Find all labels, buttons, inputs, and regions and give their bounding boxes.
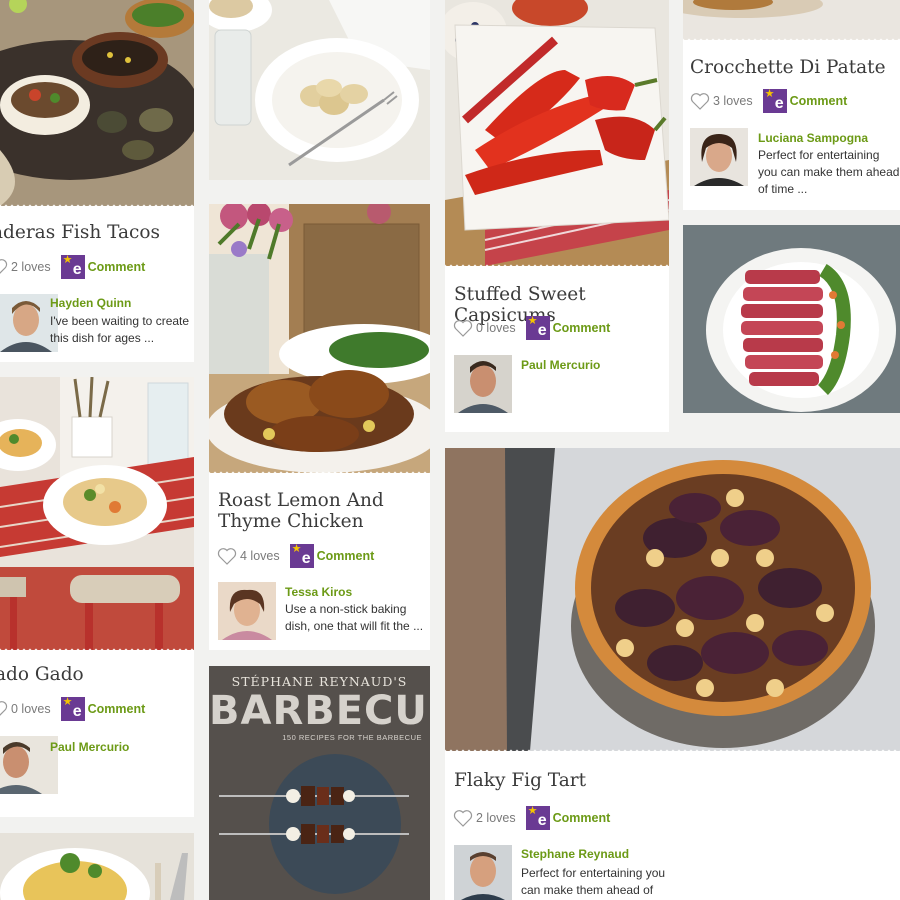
recipe-actions: 2 loves ★ e Comment — [453, 806, 610, 830]
comment-link[interactable]: Comment — [88, 702, 146, 716]
e-logo-icon[interactable]: ★ e — [525, 316, 550, 340]
avatar[interactable] — [690, 128, 748, 186]
recipe-card-fish-tacos[interactable]: aderas Fish Tacos 2 loves ★ e Comment Hay… — [0, 0, 194, 362]
recipe-photo-capsicums[interactable] — [445, 0, 669, 266]
avatar[interactable] — [454, 845, 512, 900]
recipe-photo-crocchette[interactable] — [683, 0, 900, 40]
recipe-card-roast-lemon[interactable]: Roast Lemon And Thyme Chicken 4 loves ★ e… — [209, 204, 430, 650]
e-logo-icon[interactable]: ★ e — [289, 544, 314, 568]
recipe-photo-gado-gado[interactable] — [0, 377, 194, 650]
author-name[interactable]: Stephane Reynaud — [521, 847, 629, 861]
comment-link[interactable]: Comment — [317, 549, 375, 563]
recipe-title[interactable]: Crocchette Di Patate — [690, 57, 900, 78]
recipe-card-gado-gado[interactable]: ado Gado 0 loves ★ e Comment Paul Mercuri… — [0, 377, 194, 817]
loves-count: 2 loves — [11, 260, 51, 274]
recipe-excerpt: Perfect for entertaining you can make th… — [521, 866, 666, 897]
recipe-photo-pasta[interactable] — [209, 0, 430, 180]
loves-count: 2 loves — [476, 811, 516, 825]
comment-link[interactable]: Comment — [553, 321, 611, 335]
author-name[interactable]: Paul Mercurio — [521, 358, 600, 372]
loves-count: 0 loves — [476, 321, 516, 335]
loves-count: 3 loves — [713, 94, 753, 108]
recipe-title[interactable]: aderas Fish Tacos — [0, 222, 192, 243]
recipe-photo-fig-tart[interactable] — [445, 448, 900, 751]
recipe-actions: 0 loves ★ e Comment — [0, 697, 145, 721]
recipe-card-barbecue-book[interactable]: STÉPHANE REYNAUD'S BARBECUE 150 RECIPES … — [209, 666, 430, 900]
recipe-excerpt: Use a non-stick baking dish, one that wi… — [285, 602, 424, 633]
recipe-photo-fish-tacos[interactable] — [0, 0, 194, 206]
e-logo-icon[interactable]: ★ e — [60, 255, 85, 279]
recipe-title[interactable]: Roast Lemon And Thyme Chicken — [218, 490, 428, 532]
recipe-photo-roast-lemon[interactable] — [209, 204, 430, 473]
recipe-card-crocchette[interactable]: Crocchette Di Patate 3 loves ★ e Comment … — [683, 0, 900, 210]
comment-link[interactable]: Comment — [88, 260, 146, 274]
loves-count: 4 loves — [240, 549, 280, 563]
author-name[interactable]: Paul Mercurio — [50, 740, 129, 754]
heart-icon[interactable] — [0, 258, 8, 276]
heart-icon[interactable] — [453, 319, 473, 337]
recipe-card-capsicums[interactable]: Stuffed Sweet Capsicums 0 loves ★ e Comme… — [445, 0, 669, 432]
recipe-card-tuna[interactable] — [683, 225, 900, 413]
e-logo-icon[interactable]: ★ e — [60, 697, 85, 721]
heart-icon[interactable] — [690, 92, 710, 110]
heart-icon[interactable] — [453, 809, 473, 827]
heart-icon[interactable] — [217, 547, 237, 565]
heart-icon[interactable] — [0, 700, 8, 718]
e-logo-icon[interactable]: ★ e — [525, 806, 550, 830]
author-name[interactable]: Luciana Sampogna — [758, 131, 868, 145]
loves-count: 0 loves — [11, 702, 51, 716]
recipe-card-partial[interactable] — [0, 833, 194, 900]
author-name[interactable]: Hayden Quinn — [50, 296, 131, 310]
recipe-excerpt: I've been waiting to create this dish fo… — [50, 314, 190, 345]
book-author: STÉPHANE REYNAUD'S — [231, 674, 408, 689]
recipe-card-pasta[interactable] — [209, 0, 430, 180]
avatar[interactable] — [454, 355, 512, 413]
recipe-excerpt: Perfect for entertaining you can make th… — [758, 148, 900, 196]
recipe-photo-tuna[interactable] — [683, 225, 900, 413]
recipe-title[interactable]: ado Gado — [0, 664, 194, 685]
recipe-actions: 2 loves ★ e Comment — [0, 255, 145, 279]
recipe-card-fig-tart[interactable]: Flaky Fig Tart 2 loves ★ e Comment Stepha… — [445, 448, 900, 900]
avatar[interactable] — [218, 582, 276, 640]
book-subtitle: 150 RECIPES FOR THE BARBECUE — [282, 733, 422, 742]
e-logo-icon[interactable]: ★ e — [762, 89, 787, 113]
recipe-actions: 4 loves ★ e Comment — [217, 544, 374, 568]
recipe-title[interactable]: Flaky Fig Tart — [454, 770, 854, 791]
comment-link[interactable]: Comment — [790, 94, 848, 108]
author-name[interactable]: Tessa Kiros — [285, 585, 352, 599]
recipe-actions: 0 loves ★ e Comment — [453, 316, 610, 340]
recipe-actions: 3 loves ★ e Comment — [690, 89, 847, 113]
comment-link[interactable]: Comment — [553, 811, 611, 825]
book-title: BARBECUE — [209, 688, 430, 734]
recipe-photo[interactable] — [0, 833, 194, 900]
